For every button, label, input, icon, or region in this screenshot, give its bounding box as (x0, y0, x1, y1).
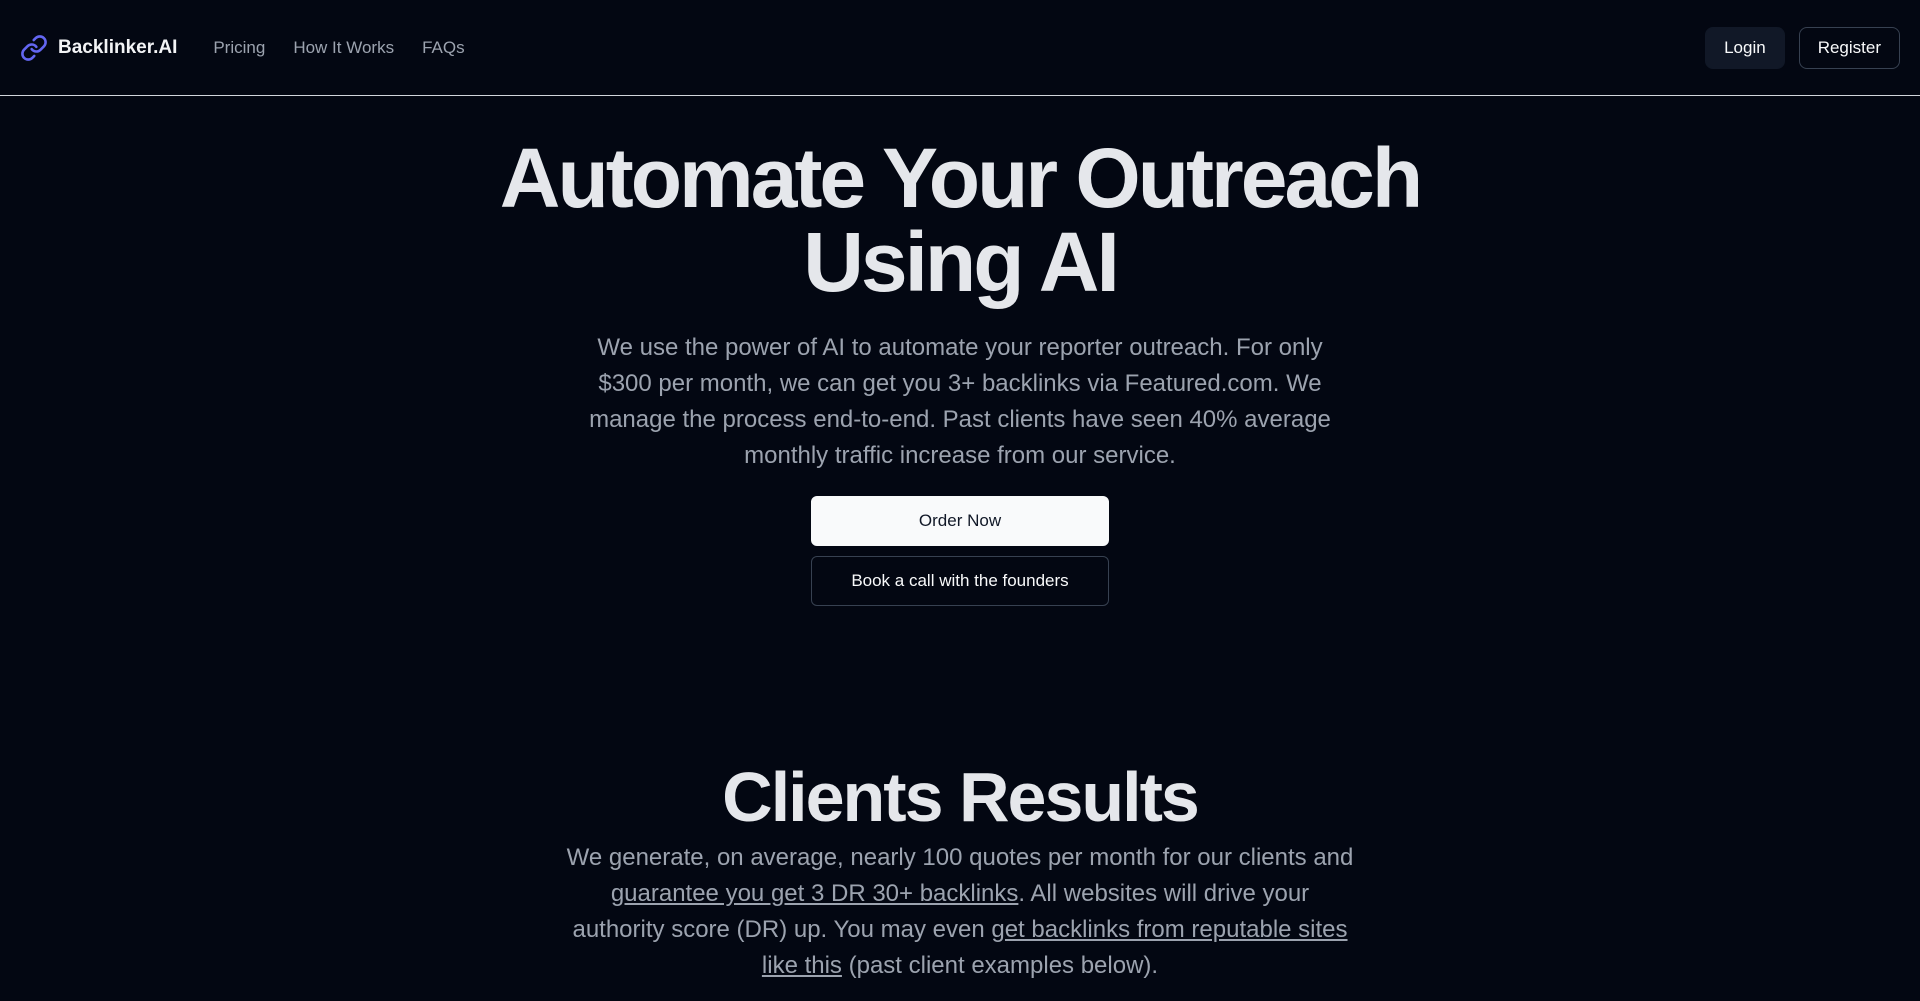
brand-name: Backlinker.AI (58, 36, 178, 58)
results-title: Clients Results (722, 758, 1200, 836)
hero-title-line2: Using AI (803, 215, 1120, 309)
order-now-button[interactable]: Order Now (811, 496, 1109, 546)
cta-group: Order Now Book a call with the founders (811, 496, 1109, 606)
register-button[interactable]: Register (1798, 26, 1900, 69)
nav-faqs[interactable]: FAQs (422, 38, 465, 58)
hero-section: Automate Your Outreach Using AI We use t… (0, 136, 1920, 606)
login-button[interactable]: Login (1705, 26, 1785, 69)
brand-link[interactable]: Backlinker.AI (20, 34, 177, 62)
results-text: We generate, on average, nearly 100 quot… (565, 840, 1355, 984)
site-header: Backlinker.AI Pricing How It Works FAQs … (0, 0, 1920, 96)
main-nav: Pricing How It Works FAQs (213, 38, 464, 58)
header-actions: Login Register (1705, 26, 1900, 69)
hero-subtitle: We use the power of AI to automate your … (589, 334, 1331, 469)
results-text-part1: We generate, on average, nearly 100 quot… (566, 844, 1354, 871)
clients-results-section: Clients Results We generate, on average,… (0, 762, 1920, 984)
guarantee-link[interactable]: guarantee you get 3 DR 30+ backlinks (611, 880, 1019, 907)
book-call-button[interactable]: Book a call with the founders (811, 556, 1109, 606)
nav-pricing[interactable]: Pricing (213, 38, 265, 58)
hero-title: Automate Your Outreach Using AI (410, 136, 1510, 304)
hero-title-line1: Automate Your Outreach (499, 131, 1423, 225)
link-icon (20, 34, 48, 62)
nav-how-it-works[interactable]: How It Works (293, 38, 394, 58)
results-text-part3: (past client examples below). (841, 952, 1159, 979)
